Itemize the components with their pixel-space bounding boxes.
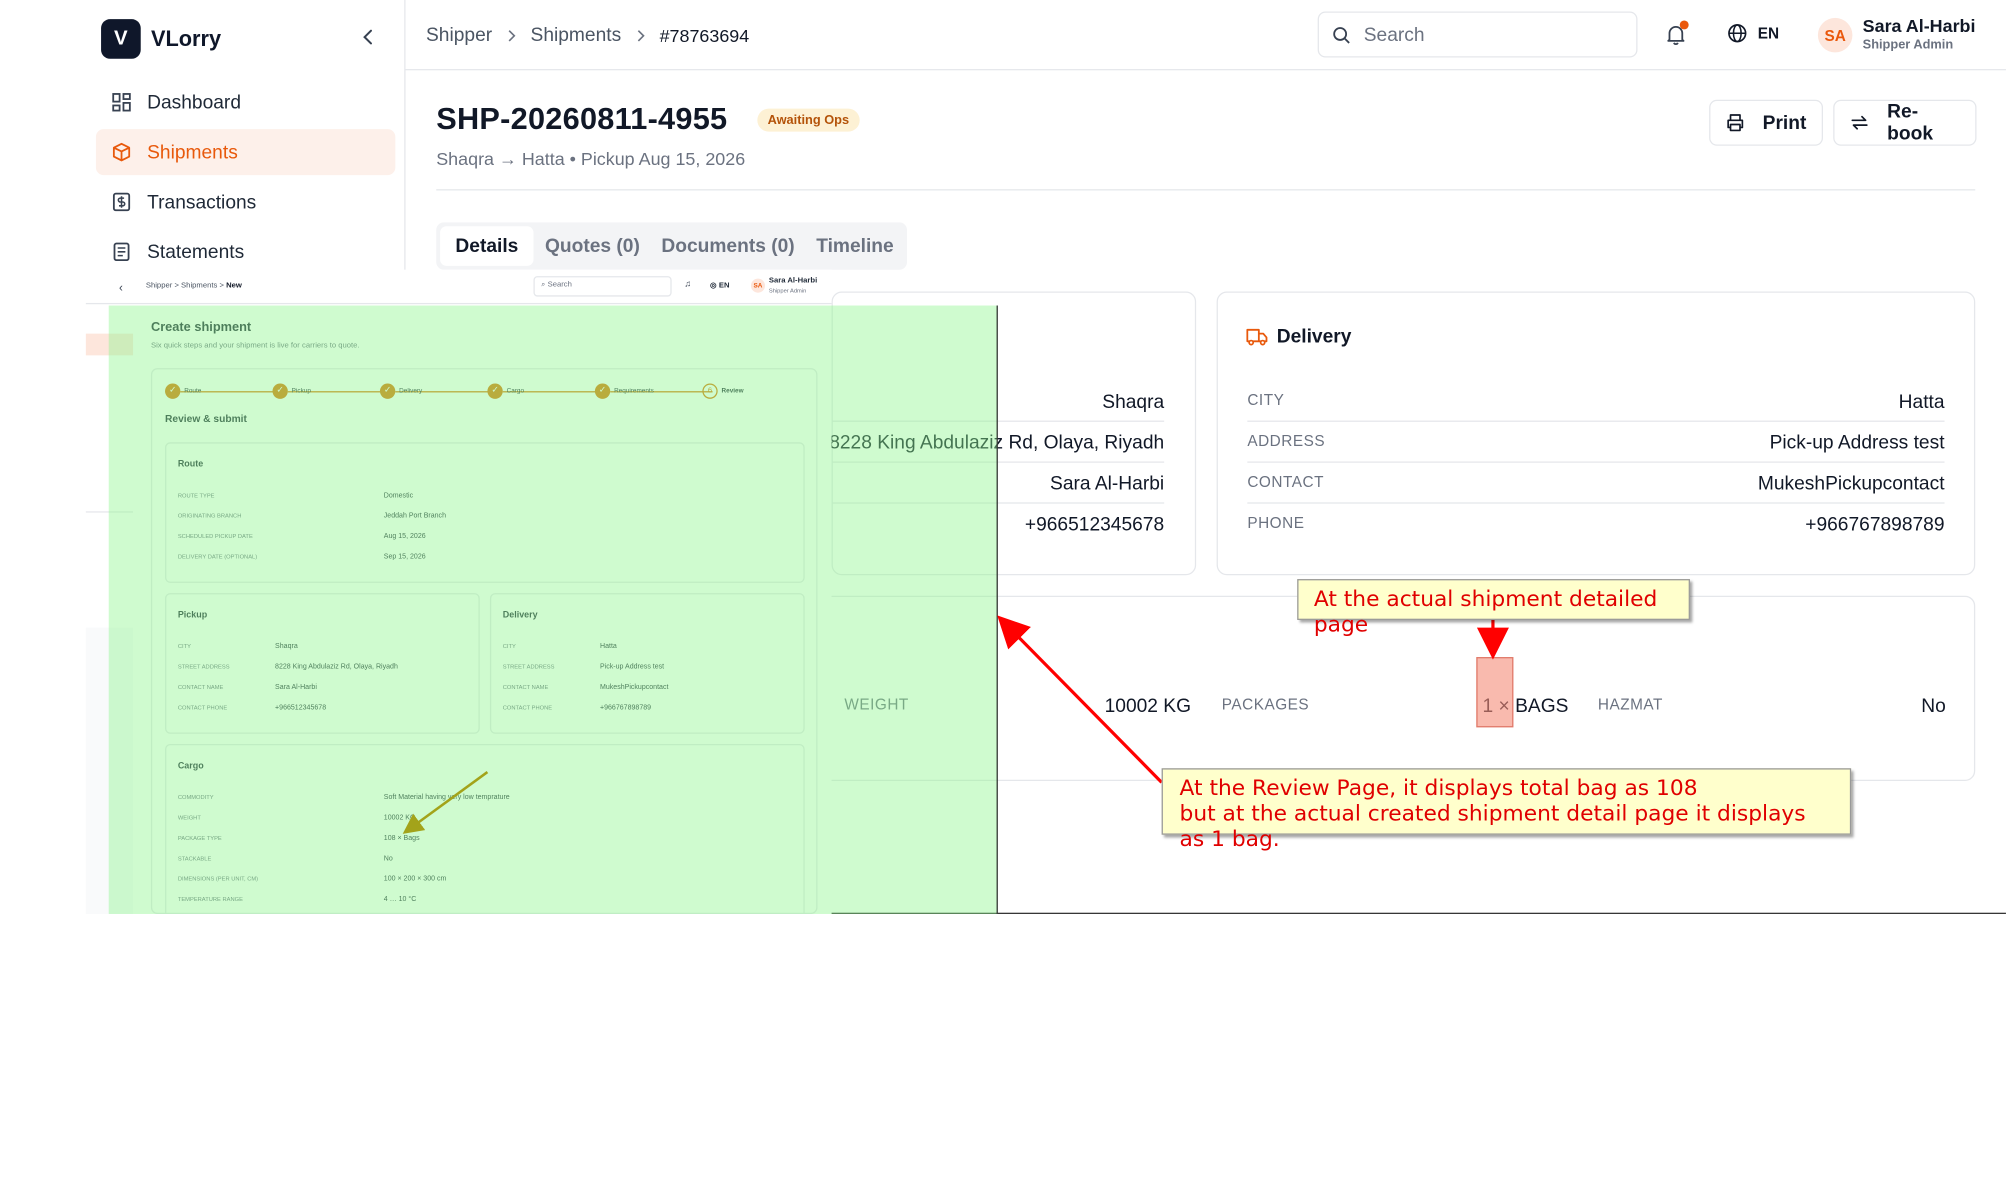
callout-detail-page: At the actual shipment detailed page [1297, 579, 1690, 638]
mini-arrow [402, 771, 489, 834]
callout-line-1: At the Review Page, it displays total ba… [1179, 775, 1698, 802]
annotation-arrows [402, 615, 1509, 834]
app-window: V VLorry Dashboard Shipments Transaction… [0, 0, 2006, 1199]
screenshot-stage: V VLorry Dashboard Shipments Transaction… [0, 0, 2006, 1199]
callout-line-2: but at the actual created shipment detai… [1179, 801, 1806, 853]
arrow-to-review [997, 615, 1163, 784]
callout-review-vs-detail: At the Review Page, it displays total ba… [1161, 768, 1852, 853]
